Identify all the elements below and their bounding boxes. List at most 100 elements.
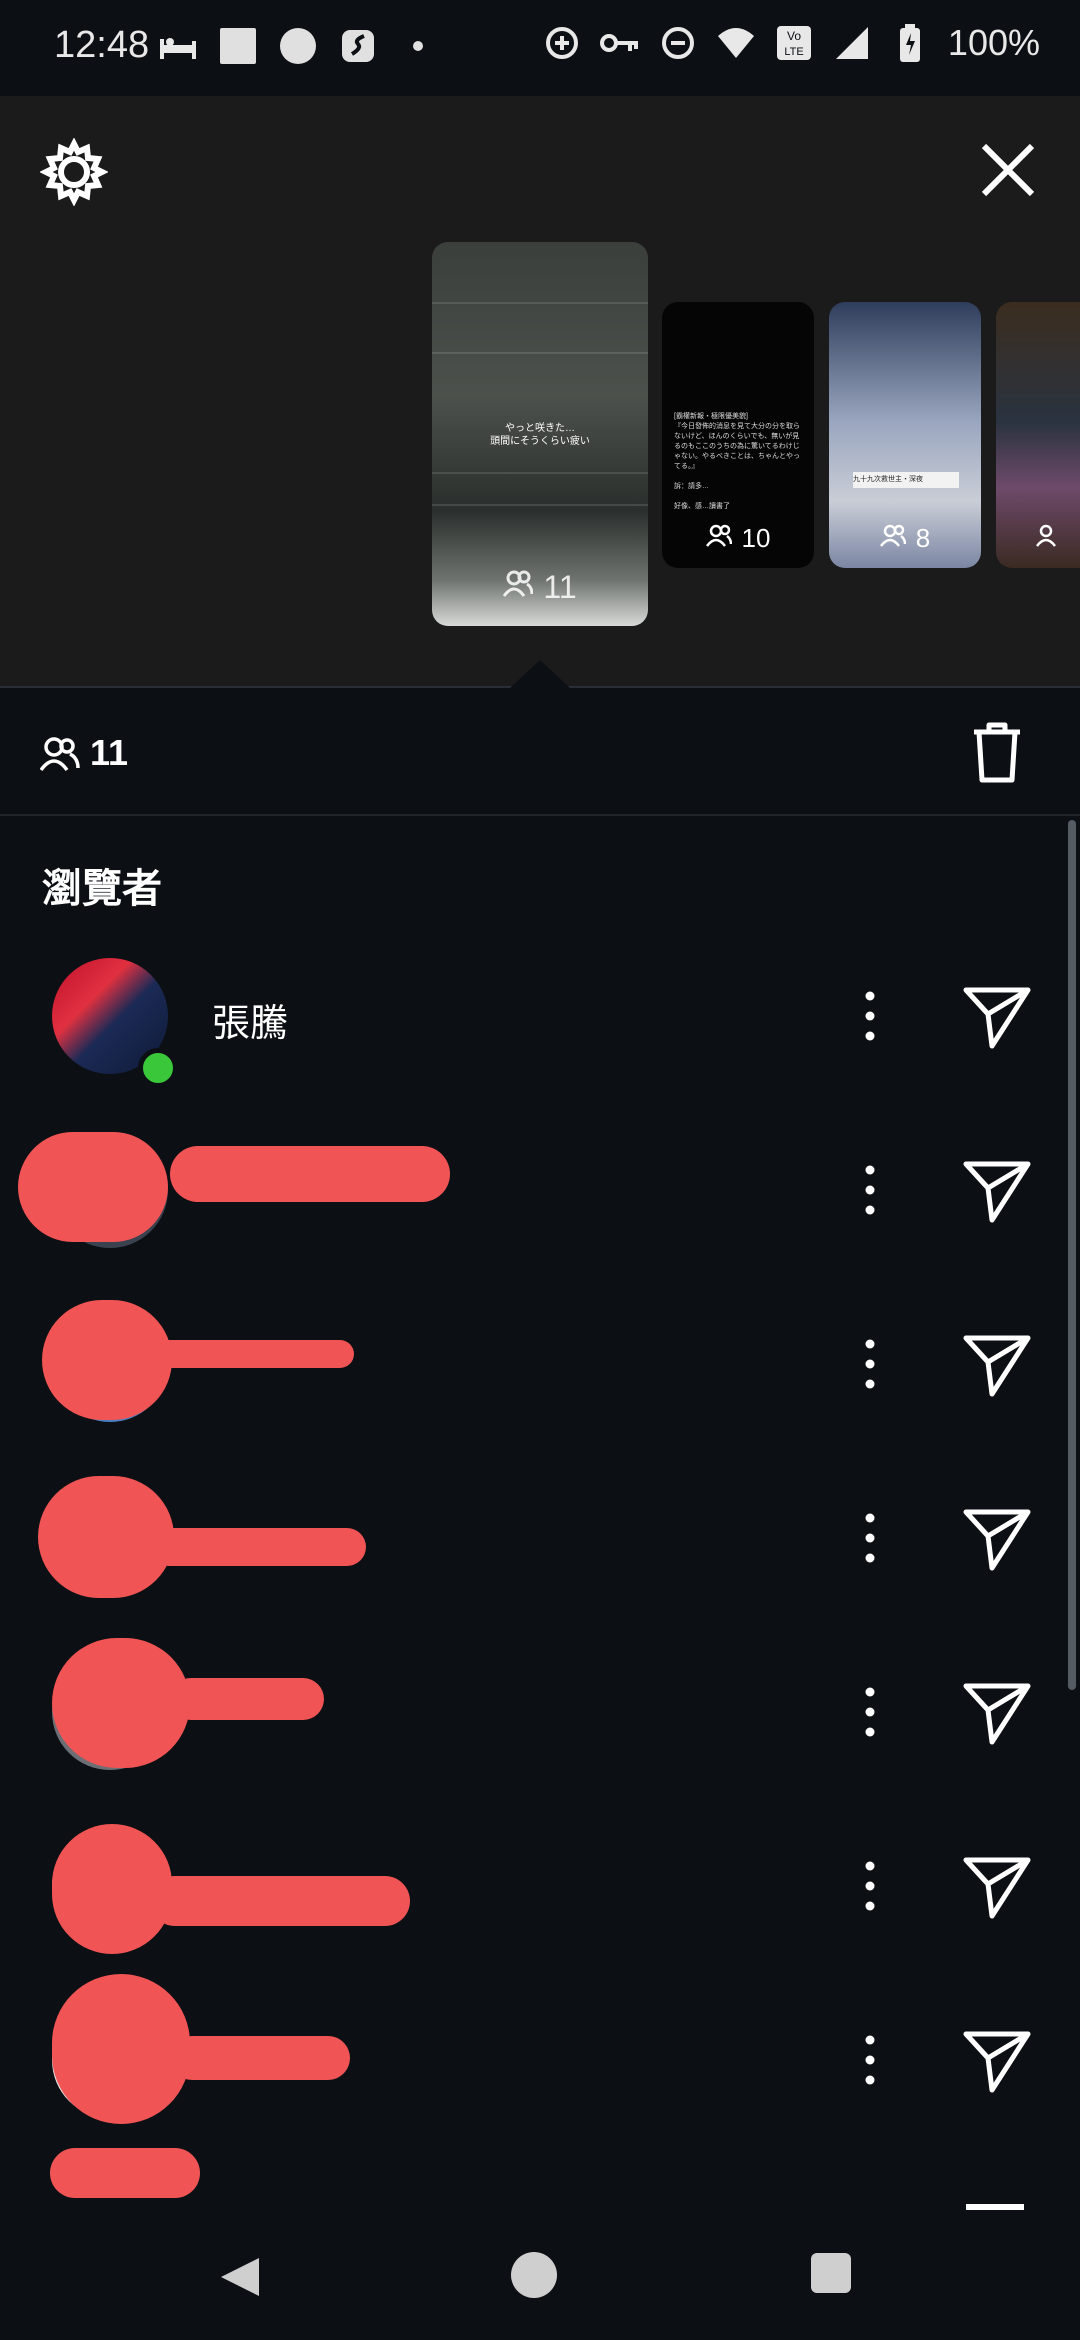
send-message-button[interactable] xyxy=(962,2028,1032,2094)
battery-percentage: 100% xyxy=(947,22,1040,63)
send-icon xyxy=(962,987,1032,1054)
scrollbar[interactable] xyxy=(1068,820,1076,1690)
viewer-count-bar xyxy=(0,688,1080,816)
view-count-value: 10 xyxy=(741,523,771,553)
send-icon xyxy=(962,2031,1032,2098)
more-options-button[interactable] xyxy=(852,1856,888,1916)
fold-line xyxy=(432,504,648,506)
viewer-row[interactable] xyxy=(0,1626,1080,1800)
more-options-button[interactable] xyxy=(852,1508,888,1568)
square-notification-icon xyxy=(218,26,258,66)
signal-icon xyxy=(832,23,872,63)
redaction-mark xyxy=(170,2036,350,2080)
selected-story-pointer xyxy=(510,660,570,688)
redaction-mark xyxy=(52,1638,190,1768)
wifi-icon xyxy=(716,23,756,63)
story-thumbnail[interactable] xyxy=(996,302,1080,568)
circle-notification-icon xyxy=(278,26,318,66)
story-thumbnail-selected[interactable]: やっと咲きた… 頭間にそうくらい疲い 11 xyxy=(432,242,648,626)
trash-icon xyxy=(970,722,1024,788)
thumbnail-view-count: 10 xyxy=(662,522,814,555)
thumbnail-view-count: 8 xyxy=(829,522,981,555)
view-count-value: 8 xyxy=(915,523,931,553)
viewer-row[interactable] xyxy=(0,1974,1080,2148)
fold-line xyxy=(432,302,648,304)
more-options-button[interactable] xyxy=(852,1160,888,1220)
send-icon xyxy=(962,1683,1032,1750)
people-icon xyxy=(503,568,534,606)
more-vertical-icon xyxy=(852,1165,888,1224)
viewer-count: 11 xyxy=(90,732,129,773)
more-options-button[interactable] xyxy=(852,2030,888,2090)
redaction-mark xyxy=(150,1876,410,1926)
more-options-button[interactable] xyxy=(852,1334,888,1394)
back-icon xyxy=(215,2258,265,2306)
viewer-row[interactable]: 張騰 xyxy=(0,930,1080,1104)
viewer-row[interactable] xyxy=(0,1800,1080,1974)
send-message-button[interactable] xyxy=(962,1854,1032,1920)
close-icon xyxy=(976,143,1040,206)
settings-button[interactable] xyxy=(39,137,109,207)
vpn-key-icon xyxy=(599,23,640,63)
thumbnail-view-count xyxy=(1036,522,1080,555)
delete-button[interactable] xyxy=(970,722,1024,784)
thumbnail-caption: [霸權新報・極限優美貌] 『今日發佈的消息を見て大分の分を取らないけど、ほんのく… xyxy=(674,413,800,510)
more-vertical-icon xyxy=(852,1687,888,1746)
story-thumbnail[interactable]: [霸權新報・極限優美貌] 『今日發佈的消息を見て大分の分を取らないけど、ほんのく… xyxy=(662,302,814,568)
close-button[interactable] xyxy=(976,138,1040,202)
more-vertical-icon xyxy=(852,1861,888,1920)
thumbnail-caption: やっと咲きた… 頭間にそうくらい疲い xyxy=(490,423,590,447)
status-time: 12:48 xyxy=(54,24,150,66)
fold-line xyxy=(432,352,648,354)
sleep-icon xyxy=(158,26,198,66)
battery-icon xyxy=(890,23,930,63)
app-notification-icon xyxy=(338,26,378,66)
more-options-button[interactable] xyxy=(852,986,888,1046)
send-message-button[interactable] xyxy=(962,1158,1032,1224)
system-icons: Vo LTE 100% xyxy=(542,22,1040,64)
back-button[interactable] xyxy=(215,2252,265,2302)
divider xyxy=(0,814,1080,816)
redaction-mark xyxy=(170,1678,324,1720)
redaction-mark xyxy=(52,1974,190,2124)
viewer-name[interactable]: 張騰 xyxy=(212,992,288,1047)
settings-icon xyxy=(39,137,109,210)
online-status-indicator xyxy=(138,1048,178,1088)
send-message-button[interactable] xyxy=(962,1680,1032,1746)
redaction-mark xyxy=(18,1132,168,1242)
story-thumbnail[interactable]: 九十九次救世主・深夜 8 xyxy=(829,302,981,568)
viewer-row[interactable] xyxy=(0,1104,1080,1278)
dot-icon xyxy=(398,26,438,66)
redaction-mark xyxy=(150,1340,354,1368)
volte-icon: Vo LTE xyxy=(774,23,814,63)
do-not-disturb-icon xyxy=(658,23,698,63)
home-button[interactable] xyxy=(511,2252,557,2298)
viewer-row[interactable] xyxy=(0,1278,1080,1452)
send-message-button[interactable] xyxy=(962,1506,1032,1572)
send-icon xyxy=(962,1509,1032,1576)
view-count-value: 11 xyxy=(543,568,577,605)
viewer-row[interactable] xyxy=(0,1452,1080,1626)
more-options-button[interactable] xyxy=(852,1682,888,1742)
more-vertical-icon xyxy=(852,1339,888,1398)
send-message-button[interactable] xyxy=(962,1332,1032,1398)
redaction-mark xyxy=(50,2148,200,2198)
svg-text:Vo: Vo xyxy=(787,29,801,43)
people-icon xyxy=(39,736,80,777)
people-icon xyxy=(879,522,907,555)
svg-text:LTE: LTE xyxy=(784,46,803,58)
more-vertical-icon xyxy=(852,1513,888,1572)
people-icon xyxy=(705,522,732,555)
status-bar: 12:48 Vo LTE 100% xyxy=(0,0,1080,96)
viewers-section-title: 瀏覽者 xyxy=(42,867,162,911)
redaction-mark xyxy=(150,1528,366,1566)
data-saver-icon xyxy=(542,23,582,63)
more-vertical-icon xyxy=(852,2035,888,2094)
send-icon xyxy=(962,1335,1032,1402)
send-icon xyxy=(962,1161,1032,1228)
send-message-button[interactable] xyxy=(962,984,1032,1050)
recent-apps-button[interactable] xyxy=(811,2253,851,2293)
redaction-mark xyxy=(170,1146,450,1202)
thumbnail-view-count: 11 xyxy=(432,568,648,606)
people-icon xyxy=(1036,522,1062,555)
